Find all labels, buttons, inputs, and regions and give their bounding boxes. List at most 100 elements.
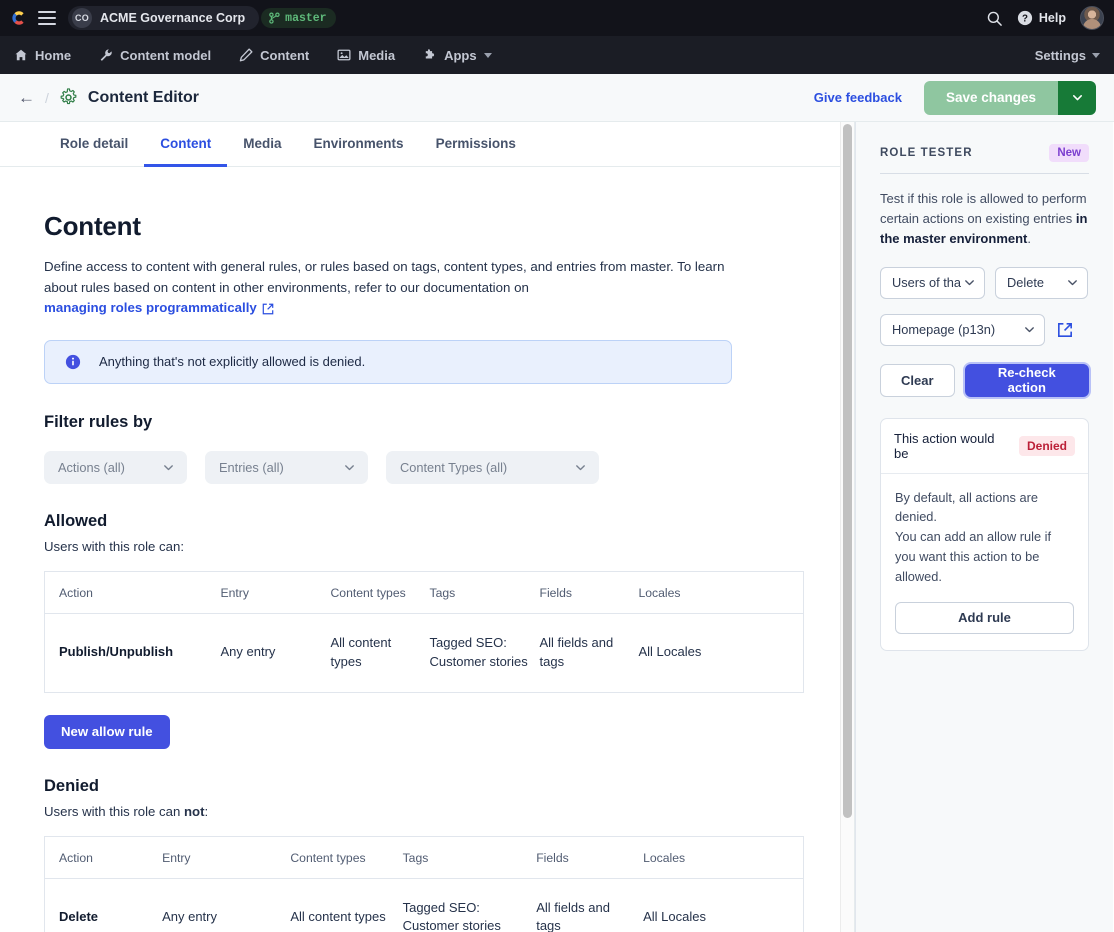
col-entry: Entry xyxy=(220,571,331,614)
chevron-down-icon xyxy=(164,464,173,471)
tab-role-detail[interactable]: Role detail xyxy=(44,122,144,167)
allowed-rules-table: Action Entry Content types Tags Fields L… xyxy=(44,570,804,693)
col-fields: Fields xyxy=(536,836,644,879)
col-content-types: Content types xyxy=(330,571,430,614)
cell-entry: Any entry xyxy=(220,644,276,660)
scrollbar-thumb[interactable] xyxy=(843,124,852,818)
docs-link-label: managing roles programmatically xyxy=(44,300,257,316)
col-entry: Entry xyxy=(162,836,291,879)
cell-fields: All fields and tags xyxy=(536,899,610,932)
desc-part-1: Test if this role is allowed to perform … xyxy=(880,191,1087,226)
page-body: Role detail Content Media Environments P… xyxy=(0,122,1114,932)
home-icon xyxy=(15,49,27,61)
col-action: Action xyxy=(44,571,221,614)
role-tester-description: Test if this role is allowed to perform … xyxy=(880,189,1089,249)
chevron-down-icon xyxy=(1025,327,1034,333)
filter-entries-select[interactable]: Entries (all) xyxy=(205,450,368,484)
nav-item-media[interactable]: Media xyxy=(323,36,409,74)
tab-media[interactable]: Media xyxy=(227,122,297,167)
section-heading: Content xyxy=(44,211,141,241)
recheck-action-button[interactable]: Re-check action xyxy=(964,363,1089,397)
table-header-row: Action Entry Content types Tags Fields L… xyxy=(44,836,804,879)
filter-controls: Actions (all) Entries (all) Content Type… xyxy=(44,450,810,484)
cell-locales: All Locales xyxy=(643,908,706,924)
desc-part-2: . xyxy=(1027,230,1031,246)
content-section: Content Define access to content with ge… xyxy=(0,167,854,932)
search-icon[interactable] xyxy=(986,10,1003,27)
cell-action: Publish/Unpublish xyxy=(59,644,174,660)
action-label: Delete xyxy=(1007,275,1044,291)
branch-name: master xyxy=(285,11,327,25)
cell-fields: All fields and tags xyxy=(539,634,614,669)
table-row[interactable]: Publish/Unpublish Any entry All content … xyxy=(45,613,804,692)
open-entry-external-icon[interactable] xyxy=(1057,322,1073,338)
tab-content[interactable]: Content xyxy=(144,122,228,167)
help-label: Help xyxy=(1038,11,1066,25)
info-icon xyxy=(65,354,81,369)
cell-entry: Any entry xyxy=(162,908,217,924)
external-link-icon xyxy=(262,303,274,314)
nav-label: Content model xyxy=(120,47,212,63)
help-button[interactable]: ? Help xyxy=(1017,10,1066,26)
nav-label: Media xyxy=(358,47,396,63)
action-select[interactable]: Delete xyxy=(995,266,1088,299)
entry-select[interactable]: Homepage (p13n) xyxy=(880,313,1045,346)
allowed-subtitle: Users with this role can: xyxy=(44,538,184,554)
cell-content-types: All content types xyxy=(290,908,386,924)
contentful-logo-icon[interactable] xyxy=(10,9,28,27)
chevron-down-icon xyxy=(1092,52,1100,58)
branch-chip[interactable]: master xyxy=(261,8,336,28)
user-scope-select[interactable]: Users of tha xyxy=(880,266,985,299)
denied-subtitle-prefix: Users with this role can xyxy=(44,803,184,819)
role-tester-panel: ROLE TESTER New Test if this role is all… xyxy=(855,122,1113,932)
svg-text:?: ? xyxy=(1022,14,1028,25)
info-note: Anything that's not explicitly allowed i… xyxy=(44,339,732,384)
result-label: This action would be xyxy=(894,430,995,461)
user-avatar[interactable] xyxy=(1080,6,1104,30)
new-allow-rule-button[interactable]: New allow rule xyxy=(44,714,170,749)
col-content-types: Content types xyxy=(290,836,403,879)
chevron-down-icon xyxy=(483,52,492,58)
denied-heading: Denied xyxy=(44,776,100,795)
chevron-down-icon xyxy=(345,464,354,471)
docs-link[interactable]: managing roles programmatically xyxy=(44,298,274,319)
nav-label: Home xyxy=(35,47,72,63)
save-options-button[interactable] xyxy=(1058,80,1096,115)
nav-item-content[interactable]: Content xyxy=(225,36,323,74)
result-explanation: By default, all actions are denied. You … xyxy=(895,489,1052,584)
filter-content-types-label: Content Types (all) xyxy=(400,459,508,475)
result-header: This action would be Denied xyxy=(881,419,1088,474)
new-badge: New xyxy=(1049,144,1089,162)
back-button[interactable]: ← xyxy=(18,89,35,106)
allowed-heading: Allowed xyxy=(44,511,108,530)
chevron-down-icon xyxy=(1068,280,1077,286)
clear-button[interactable]: Clear xyxy=(880,363,955,397)
nav-item-settings[interactable]: Settings xyxy=(1035,48,1100,63)
org-chip[interactable]: CO ACME Governance Corp xyxy=(68,6,260,30)
filter-heading: Filter rules by xyxy=(44,412,153,431)
filter-actions-select[interactable]: Actions (all) xyxy=(44,450,187,484)
role-tester-header: ROLE TESTER New xyxy=(880,144,1089,174)
table-row[interactable]: Delete Any entry All content types Tagge… xyxy=(45,878,804,932)
col-action: Action xyxy=(44,836,163,879)
vertical-scrollbar[interactable] xyxy=(840,122,854,932)
nav-item-home[interactable]: Home xyxy=(14,36,85,74)
entry-selector-row: Homepage (p13n) xyxy=(880,313,1089,346)
pen-icon xyxy=(239,48,253,62)
question-mark-icon: ? xyxy=(1017,10,1033,26)
save-changes-button[interactable]: Save changes xyxy=(923,80,1058,115)
entry-label: Homepage (p13n) xyxy=(892,322,996,338)
nav-item-content-model[interactable]: Content model xyxy=(85,36,225,74)
tab-environments[interactable]: Environments xyxy=(298,122,420,167)
tab-permissions[interactable]: Permissions xyxy=(420,122,532,167)
give-feedback-link[interactable]: Give feedback xyxy=(814,90,902,105)
filter-content-types-select[interactable]: Content Types (all) xyxy=(386,450,599,484)
hamburger-menu-icon[interactable] xyxy=(38,11,56,25)
description-text: Define access to content with general ru… xyxy=(44,259,725,295)
nav-item-apps[interactable]: Apps xyxy=(409,36,506,74)
col-locales: Locales xyxy=(638,571,804,614)
filter-actions-label: Actions (all) xyxy=(58,459,125,475)
denied-subtitle: Users with this role can not: xyxy=(44,804,810,819)
add-rule-button[interactable]: Add rule xyxy=(895,601,1074,634)
result-body: By default, all actions are denied. You … xyxy=(881,474,1088,650)
